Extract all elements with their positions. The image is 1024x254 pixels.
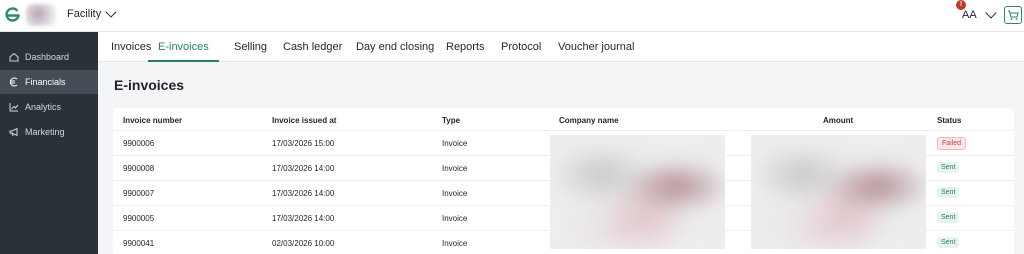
redacted-amounts — [751, 135, 926, 249]
facility-label: Facility — [67, 8, 102, 20]
home-icon — [9, 52, 19, 62]
facility-selector[interactable]: Facility — [67, 6, 117, 20]
column-header-invoice-number[interactable]: Invoice number — [123, 116, 182, 125]
financials-tabs: Invoices E-invoices Selling Cash ledger … — [98, 32, 1024, 62]
column-header-issued-at[interactable]: Invoice issued at — [272, 116, 336, 125]
sidebar-item-dashboard[interactable]: Dashboard — [0, 45, 98, 69]
cell-issued-at: 17/03/2026 15:00 — [272, 139, 335, 148]
redacted-company-names — [550, 135, 725, 249]
user-initials: AA — [962, 9, 977, 21]
cell-issued-at: 02/03/2026 10:00 — [272, 239, 335, 248]
chevron-down-icon — [985, 7, 997, 19]
tab-cash-ledger[interactable]: Cash ledger — [283, 32, 342, 62]
euro-icon — [9, 77, 18, 87]
tab-reports[interactable]: Reports — [446, 32, 485, 62]
cell-invoice-number: 9900008 — [123, 164, 155, 173]
cell-invoice-number: 9900041 — [123, 239, 155, 248]
cell-type: Invoice — [442, 214, 468, 223]
tab-voucher-journal[interactable]: Voucher journal — [558, 32, 634, 62]
column-header-company-name[interactable]: Company name — [559, 116, 619, 125]
chevron-down-icon — [105, 6, 117, 18]
facility-avatar — [26, 4, 56, 26]
cell-type: Invoice — [442, 189, 468, 198]
cell-issued-at: 17/03/2026 14:00 — [272, 214, 335, 223]
megaphone-icon — [9, 127, 18, 137]
status-badge-sent[interactable]: Sent — [937, 212, 960, 223]
cell-issued-at: 17/03/2026 14:00 — [272, 164, 335, 173]
status-badge-sent[interactable]: Sent — [937, 237, 960, 248]
user-menu[interactable]: AA — [962, 7, 997, 21]
app-logo-icon[interactable] — [4, 6, 22, 24]
cell-invoice-number: 9900006 — [123, 139, 155, 148]
sidebar-item-label: Marketing — [25, 127, 65, 137]
column-header-status[interactable]: Status — [937, 116, 961, 125]
sidebar-item-financials[interactable]: Financials — [0, 70, 98, 94]
tab-invoices[interactable]: Invoices — [111, 32, 151, 62]
tab-protocol[interactable]: Protocol — [501, 32, 541, 62]
cell-invoice-number: 9900007 — [123, 189, 155, 198]
tab-selling[interactable]: Selling — [234, 32, 267, 62]
chart-icon — [9, 103, 19, 112]
tab-day-end-closing[interactable]: Day end closing — [356, 32, 434, 62]
tab-e-invoices[interactable]: E-invoices — [148, 32, 219, 62]
sidebar-item-label: Analytics — [25, 102, 62, 112]
sidebar-item-marketing[interactable]: Marketing — [0, 120, 98, 144]
cell-type: Invoice — [442, 139, 468, 148]
status-badge-sent[interactable]: Sent — [937, 187, 960, 198]
header-divider — [113, 130, 1014, 131]
sidebar: Dashboard Financials Analytics Marketing — [0, 32, 98, 254]
cell-type: Invoice — [442, 239, 468, 248]
sidebar-item-analytics[interactable]: Analytics — [0, 95, 98, 119]
sidebar-item-label: Dashboard — [25, 52, 70, 62]
page-title: E-invoices — [114, 77, 185, 93]
cell-invoice-number: 9900005 — [123, 214, 155, 223]
status-badge-sent[interactable]: Sent — [937, 162, 960, 173]
column-header-type[interactable]: Type — [442, 116, 460, 125]
cell-type: Invoice — [442, 164, 468, 173]
column-header-amount[interactable]: Amount — [823, 116, 853, 125]
cell-issued-at: 17/03/2026 14:00 — [272, 189, 335, 198]
sidebar-item-label: Financials — [25, 77, 66, 87]
cart-icon — [1008, 10, 1019, 20]
status-badge-failed[interactable]: Failed — [937, 137, 967, 150]
top-bar: Facility ! AA — [0, 0, 1024, 32]
cart-button[interactable] — [1004, 6, 1022, 24]
